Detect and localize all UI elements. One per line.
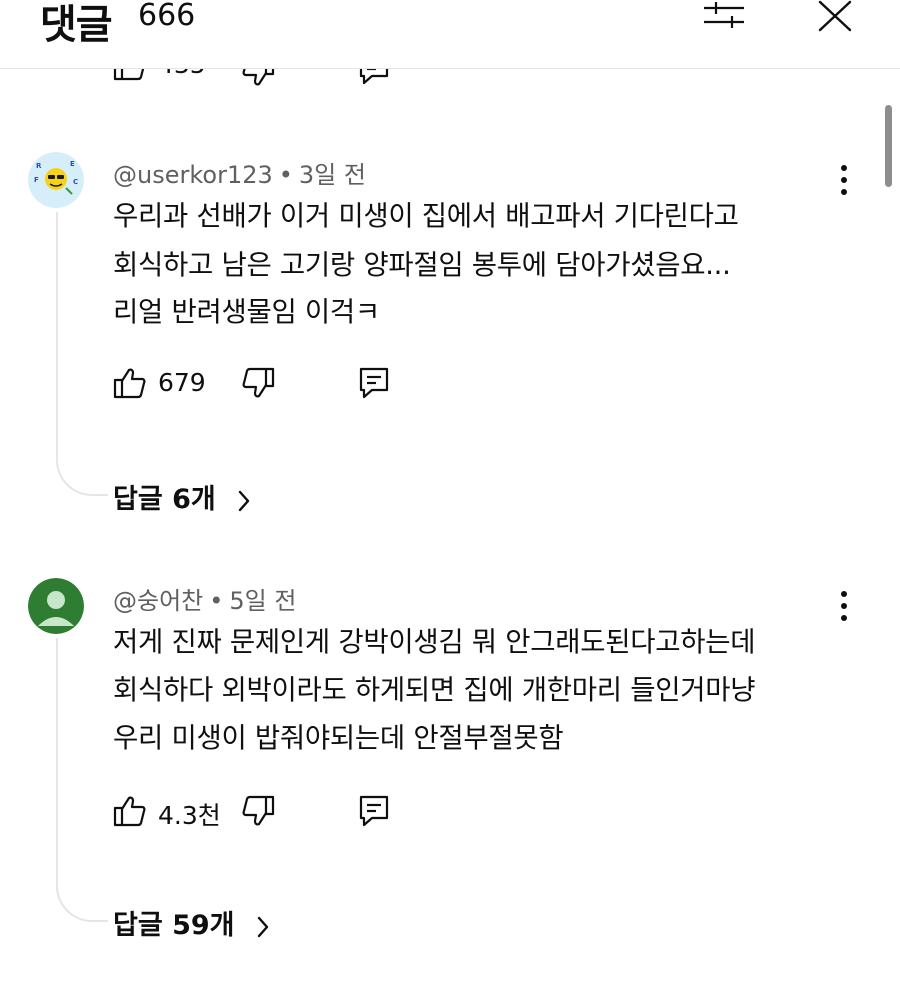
separator-dot: • [278,161,293,189]
view-replies-button[interactable]: 답글 6개 [113,477,251,516]
scrollbar[interactable] [885,105,892,187]
thumbs-up-icon[interactable] [113,366,147,400]
comment-actions: 679 [113,366,433,406]
thumbs-up-icon[interactable] [113,68,147,82]
thread-line [56,212,108,496]
comment-text-line: 저게 진짜 문제인게 강박이생김 뭐 안그래도된다고하는데 [113,626,756,658]
previous-like-count: 435 [158,68,206,79]
more-vertical-icon[interactable] [830,588,858,624]
comment-author[interactable]: @숭어찬 [113,587,203,615]
comments-header: 댓글 666 [0,0,900,69]
like-count: 679 [158,368,206,397]
comment-meta: @숭어찬 • 5일 전 [113,581,296,616]
svg-text:F: F [34,176,39,184]
filter-icon[interactable] [700,0,748,32]
avatar[interactable]: R E F C [28,152,84,208]
reply-icon[interactable] [358,794,390,830]
thumbs-up-icon[interactable] [113,794,147,828]
header-title: 댓글 [40,2,113,48]
previous-comment-actions-clip: 435 [0,68,900,88]
separator-dot: • [209,587,224,615]
comment-actions: 4.3천 [113,794,433,834]
close-icon[interactable] [814,0,858,36]
comment-meta: @userkor123 • 3일 전 [113,155,366,190]
svg-text:C: C [73,178,78,186]
avatar-image: R E F C [28,152,84,208]
comment-time: 5일 전 [229,587,297,615]
replies-label: 답글 6개 [113,484,216,515]
reply-icon[interactable] [358,68,390,86]
comment-text-line: 우리과 선배가 이거 미생이 집에서 배고파서 기다린다고 [113,200,739,232]
replies-label: 답글 59개 [113,910,235,941]
thumbs-down-icon[interactable] [241,68,275,88]
thumbs-down-icon[interactable] [241,366,275,400]
thread-line [56,638,108,922]
svg-text:E: E [70,160,75,168]
chevron-right-icon [257,916,269,937]
chevron-right-icon [238,490,250,511]
comment-text-line: 회식하고 남은 고기랑 양파절임 봉투에 담아가셨음요... [113,249,731,281]
comment-author[interactable]: @userkor123 [113,161,273,189]
avatar[interactable] [28,578,84,634]
default-avatar-icon [28,578,84,634]
comment-count: 666 [138,0,196,33]
thumbs-down-icon[interactable] [241,794,275,828]
like-count: 4.3천 [158,801,221,830]
reply-icon[interactable] [358,366,390,402]
comment-time: 3일 전 [298,161,366,189]
view-replies-button[interactable]: 답글 59개 [113,903,270,942]
comment-text-line: 회식하다 외박이라도 하게되면 집에 개한마리 들인거마냥 [113,674,756,706]
comment-text-line: 리얼 반려생물임 이걱ㅋ [113,296,380,328]
svg-text:R: R [36,162,42,170]
comment-text-line: 우리 미생이 밥줘야되는데 안절부절못함 [113,722,564,754]
more-vertical-icon[interactable] [830,162,858,198]
